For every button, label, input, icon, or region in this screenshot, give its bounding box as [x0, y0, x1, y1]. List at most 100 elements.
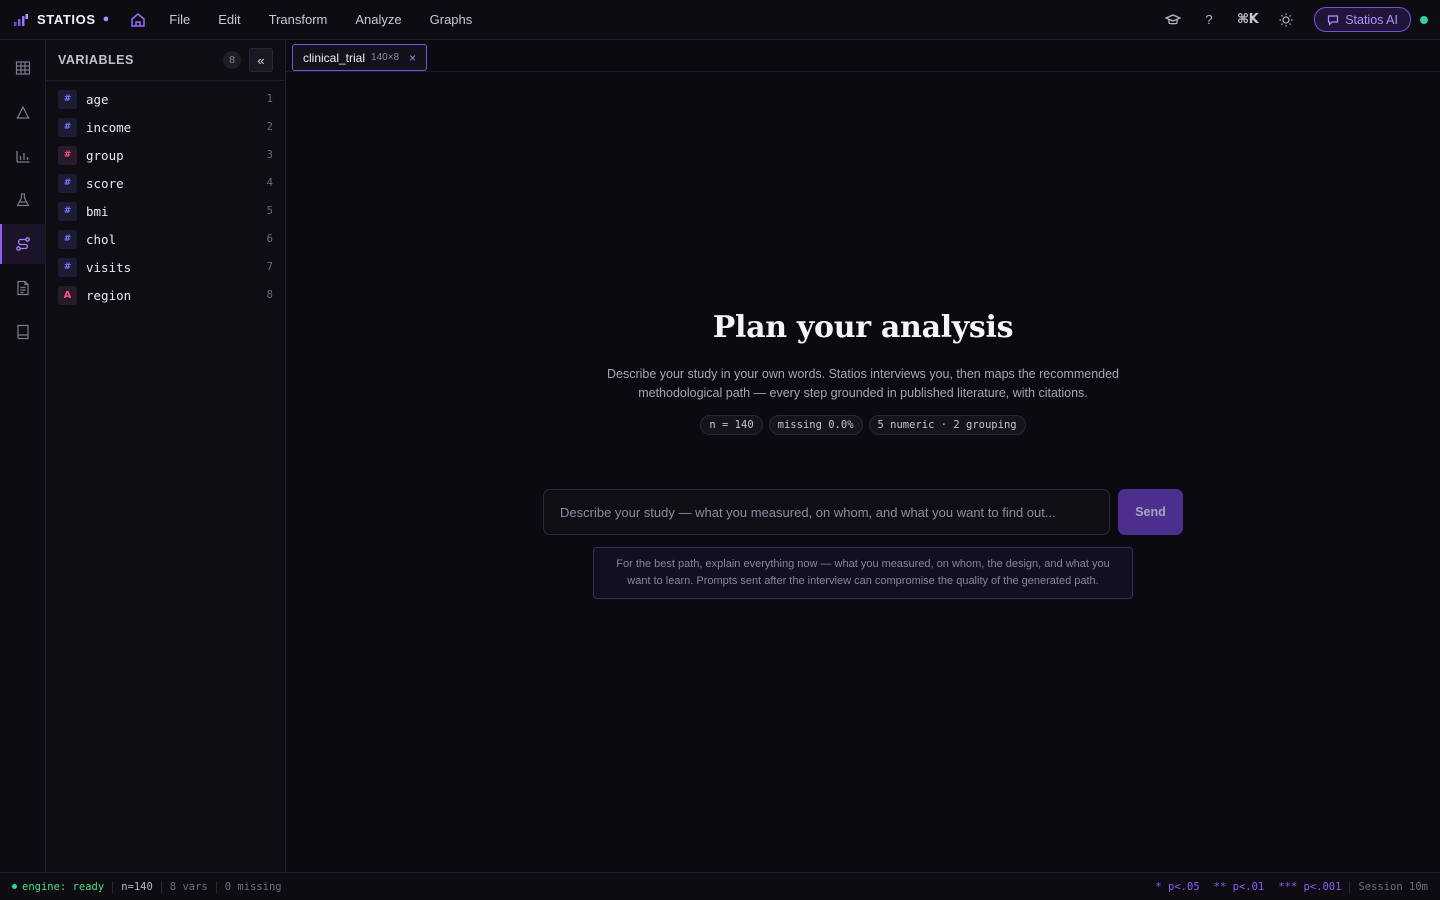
- page-title: Plan your analysis: [712, 310, 1014, 345]
- menu-graphs[interactable]: Graphs: [430, 12, 473, 27]
- engine-status: engine: ready: [22, 880, 105, 893]
- variable-index: 5: [266, 205, 273, 217]
- rail-item-library[interactable]: [0, 312, 45, 352]
- variable-index: 3: [266, 149, 273, 161]
- variable-item-visits[interactable]: # visits 7: [46, 253, 285, 281]
- string-type-icon: A: [58, 285, 77, 305]
- tab-strip: clinical_trial 140×8 ×: [286, 40, 1440, 72]
- variable-name: income: [86, 119, 132, 135]
- theme-toggle-icon[interactable]: [1278, 12, 1294, 28]
- status-bar: engine: ready n=140 8 vars 0 missing * p…: [0, 872, 1440, 900]
- chat-icon: [1328, 14, 1339, 26]
- main-area: clinical_trial 140×8 × Plan your analysi…: [286, 40, 1440, 872]
- statios-ai-button[interactable]: Statios AI: [1314, 7, 1411, 32]
- variable-name: group: [86, 147, 124, 163]
- divider: [1349, 880, 1351, 893]
- numeric-type-icon: #: [58, 117, 77, 137]
- significance-legend-05: * p<.05: [1155, 880, 1200, 893]
- engine-status-dot: [12, 884, 17, 889]
- rail-item-data[interactable]: [0, 48, 45, 88]
- command-palette-shortcut[interactable]: ⌘K: [1237, 12, 1259, 27]
- missing-count: 0 missing: [224, 880, 282, 893]
- variable-index: 6: [266, 233, 273, 245]
- numeric-type-icon: #: [58, 173, 77, 193]
- variables-title: VARIABLES: [58, 53, 134, 67]
- variable-name: chol: [86, 231, 117, 247]
- chip-missing: missing 0.0%: [768, 415, 863, 435]
- variable-name: region: [86, 287, 132, 303]
- prompt-hint: For the best path, explain everything no…: [593, 547, 1133, 599]
- rail-item-report[interactable]: [0, 268, 45, 308]
- statios-ai-label: Statios AI: [1345, 12, 1398, 27]
- collapse-panel-button[interactable]: «: [249, 48, 273, 72]
- brand: STATIOS ●: [14, 12, 129, 27]
- variable-list: # age 1 # income 2 # group 3 # score 4 #…: [46, 81, 285, 309]
- logo-icon: [14, 13, 28, 26]
- rail-item-charts[interactable]: [0, 136, 45, 176]
- variable-item-score[interactable]: # score 4: [46, 169, 285, 197]
- variable-count: 8 vars: [169, 880, 208, 893]
- page-description: Describe your study in your own words. S…: [606, 367, 1120, 400]
- menu-file[interactable]: File: [169, 12, 190, 27]
- top-right-controls: ? ⌘K Statios AI: [1145, 7, 1428, 32]
- numeric-type-icon: #: [58, 201, 77, 221]
- variable-item-group[interactable]: # group 3: [46, 141, 285, 169]
- rail-item-plan[interactable]: [0, 224, 45, 264]
- variables-count-badge: 8: [223, 51, 241, 69]
- variable-index: 2: [266, 121, 273, 133]
- send-button[interactable]: Send: [1118, 489, 1183, 535]
- plan-hero: Plan your analysis Describe your study i…: [286, 310, 1440, 435]
- close-icon[interactable]: ×: [409, 51, 416, 65]
- book-icon: [16, 324, 29, 340]
- tab-name: clinical_trial: [303, 50, 366, 65]
- status-right: * p<.05 ** p<.01 *** p<.001 Session 10m: [1155, 880, 1428, 893]
- variable-item-chol[interactable]: # chol 6: [46, 225, 285, 253]
- variable-item-bmi[interactable]: # bmi 5: [46, 197, 285, 225]
- rail-item-tests[interactable]: [0, 180, 45, 220]
- variable-name: age: [86, 91, 109, 107]
- divider: [160, 880, 162, 893]
- app-name: STATIOS: [37, 12, 96, 27]
- icon-rail: [0, 40, 46, 872]
- rail-item-distribution[interactable]: [0, 92, 45, 132]
- study-description-input[interactable]: [543, 489, 1110, 535]
- help-icon[interactable]: ?: [1201, 12, 1217, 28]
- variables-panel: VARIABLES 8 « # age 1 # income 2 # group…: [46, 40, 286, 872]
- menu-bar: File Edit Transform Analyze Graphs: [169, 12, 500, 27]
- variable-index: 1: [266, 93, 273, 105]
- graduation-cap-icon[interactable]: [1165, 12, 1182, 28]
- numeric-type-icon: #: [58, 89, 77, 109]
- path-icon: [15, 237, 30, 251]
- dataset-summary-chips: n = 140 missing 0.0% 5 numeric · 2 group…: [286, 415, 1440, 435]
- grouping-type-icon: #: [58, 145, 77, 165]
- variable-item-region[interactable]: A region 8: [46, 281, 285, 309]
- distribution-icon: [16, 105, 29, 119]
- menu-transform[interactable]: Transform: [269, 12, 328, 27]
- numeric-type-icon: #: [58, 229, 77, 249]
- chip-variable-types: 5 numeric · 2 grouping: [868, 415, 1026, 435]
- divider: [112, 880, 114, 893]
- document-icon: [16, 280, 29, 296]
- tab-dimensions: 140×8: [371, 52, 400, 63]
- tab-clinical-trial[interactable]: clinical_trial 140×8 ×: [292, 44, 428, 71]
- brand-dot: ●: [102, 12, 110, 25]
- variable-name: bmi: [86, 203, 109, 219]
- prompt-row: Send: [543, 489, 1183, 535]
- sample-size: n=140: [121, 880, 153, 893]
- home-icon[interactable]: [129, 11, 147, 29]
- variable-item-age[interactable]: # age 1: [46, 85, 285, 113]
- divider: [215, 880, 217, 893]
- session-time: Session 10m: [1358, 880, 1428, 893]
- numeric-type-icon: #: [58, 257, 77, 277]
- menu-analyze[interactable]: Analyze: [355, 12, 401, 27]
- connection-status-dot: [1420, 15, 1428, 24]
- bar-chart-icon: [15, 151, 29, 163]
- significance-legend-01: ** p<.01: [1213, 880, 1265, 893]
- menu-edit[interactable]: Edit: [218, 12, 240, 27]
- status-left: engine: ready n=140 8 vars 0 missing: [12, 880, 282, 893]
- variable-index: 7: [266, 261, 273, 273]
- table-icon: [15, 61, 30, 75]
- variable-index: 8: [266, 289, 273, 301]
- variables-header: VARIABLES 8 «: [46, 40, 285, 81]
- variable-item-income[interactable]: # income 2: [46, 113, 285, 141]
